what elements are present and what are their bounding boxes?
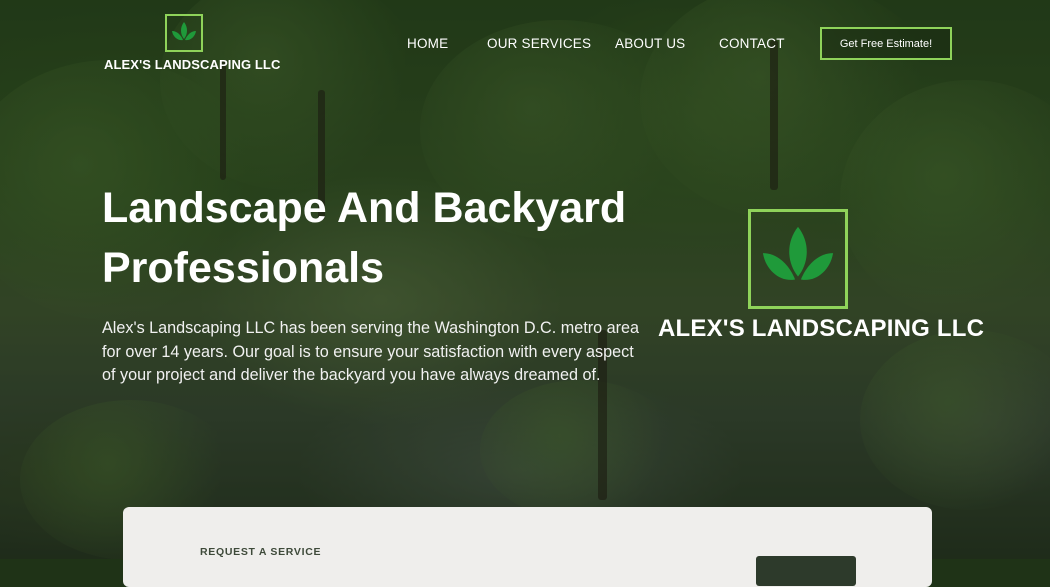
hero-description: Alex's Landscaping LLC has been serving … (102, 319, 639, 384)
nav-item-our-services[interactable]: OUR SERVICES (487, 36, 591, 51)
hero-logo-name: ALEX'S LANDSCAPING LLC (658, 315, 985, 342)
nav-item-contact[interactable]: CONTACT (719, 36, 785, 51)
leaf-icon (172, 22, 196, 41)
hero-title: Landscape And Backyard Professionals (102, 178, 642, 298)
brand-name: ALEX'S LANDSCAPING LLC (104, 57, 281, 72)
hero-title-line-2: Professionals (102, 244, 384, 292)
hero-title-line-1: Landscape And Backyard (102, 184, 627, 232)
leaf-icon (762, 226, 834, 280)
nav-item-home[interactable]: HOME (407, 36, 448, 51)
brand-logo-frame (165, 14, 203, 52)
get-free-estimate-button[interactable]: Get Free Estimate! (820, 27, 952, 60)
hero-logo-frame (748, 209, 848, 309)
request-service-eyebrow: REQUEST A SERVICE (200, 546, 322, 558)
brand-logo-link[interactable]: ALEX'S LANDSCAPING LLC (104, 14, 281, 72)
site-header: ALEX'S LANDSCAPING LLC HOME OUR SERVICES… (0, 0, 1050, 90)
request-service-card: REQUEST A SERVICE (123, 507, 932, 587)
request-service-button[interactable] (756, 556, 856, 586)
nav-item-about-us[interactable]: ABOUT US (615, 36, 685, 51)
